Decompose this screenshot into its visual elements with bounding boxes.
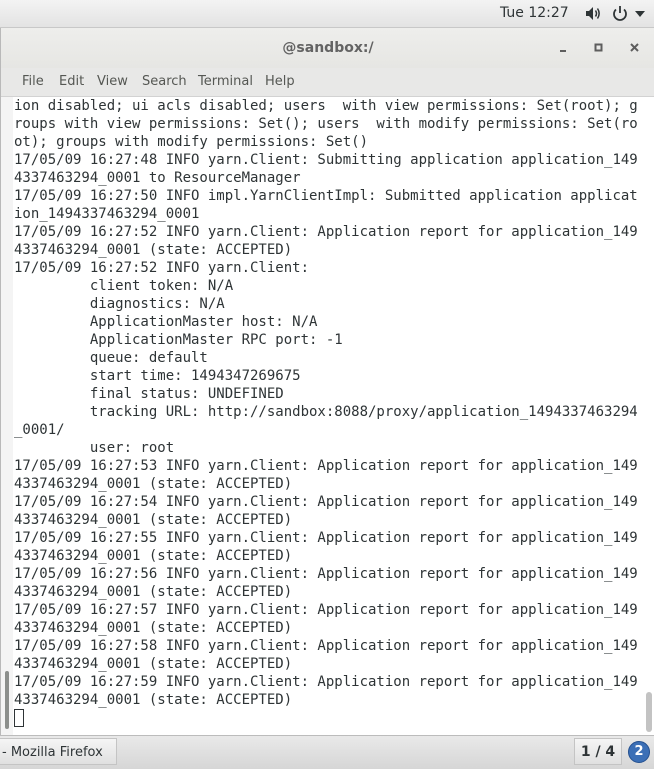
maximize-icon[interactable] <box>591 40 607 56</box>
chevron-down-icon[interactable] <box>635 10 645 18</box>
terminal-line: ion disabled; ui acls disabled; users wi… <box>14 98 638 114</box>
terminal-line: client token: N/A <box>14 278 234 294</box>
left-edge-strip <box>1 97 13 735</box>
terminal-line: 17/05/09 16:27:48 INFO yarn.Client: Subm… <box>14 152 638 168</box>
terminal-line: start time: 1494347269675 <box>14 368 301 384</box>
power-icon[interactable] <box>611 5 629 22</box>
terminal-line: 4337463294_0001 (state: ACCEPTED) <box>14 476 293 492</box>
terminal-output[interactable]: ion disabled; ui acls disabled; users wi… <box>14 97 642 735</box>
terminal-line: final status: UNDEFINED <box>14 386 284 402</box>
terminal-line: 17/05/09 16:27:58 INFO yarn.Client: Appl… <box>14 638 638 654</box>
terminal-line: 17/05/09 16:27:52 INFO yarn.Client: Appl… <box>14 224 638 240</box>
menu-bar: File Edit View Search Terminal Help <box>1 68 654 97</box>
terminal-line: 17/05/09 16:27:56 INFO yarn.Client: Appl… <box>14 566 638 582</box>
menu-file[interactable]: File <box>22 74 44 89</box>
terminal-line: 4337463294_0001 (state: ACCEPTED) <box>14 692 293 708</box>
menu-edit[interactable]: Edit <box>59 74 84 89</box>
system-top-bar: Tue 12:27 <box>0 0 654 28</box>
terminal-line: 17/05/09 16:27:59 INFO yarn.Client: Appl… <box>14 674 638 690</box>
terminal-line: user: root <box>14 440 175 456</box>
terminal-line: 17/05/09 16:27:50 INFO impl.YarnClientIm… <box>14 188 638 204</box>
terminal-line: roups with view permissions: Set(); user… <box>14 116 638 132</box>
system-clock[interactable]: Tue 12:27 <box>500 5 569 21</box>
close-icon[interactable] <box>627 40 643 56</box>
terminal-window: @sandbox:/ File Edit View Search Termina… <box>0 28 654 735</box>
workspace-indicator[interactable]: 1 / 4 <box>574 738 622 765</box>
menu-help[interactable]: Help <box>265 74 295 89</box>
terminal-line: 4337463294_0001 (state: ACCEPTED) <box>14 512 293 528</box>
scrollbar-thumb[interactable] <box>646 692 652 732</box>
terminal-line: 17/05/09 16:27:55 INFO yarn.Client: Appl… <box>14 530 638 546</box>
volume-icon[interactable] <box>585 5 603 22</box>
menu-search[interactable]: Search <box>142 74 187 89</box>
terminal-line: 17/05/09 16:27:54 INFO yarn.Client: Appl… <box>14 494 638 510</box>
terminal-line: 4337463294_0001 (state: ACCEPTED) <box>14 656 293 672</box>
minimize-icon[interactable] <box>555 40 571 56</box>
terminal-line: ApplicationMaster RPC port: -1 <box>14 332 343 348</box>
terminal-line: _0001/ <box>14 422 65 438</box>
left-edge-handle <box>5 671 9 729</box>
bottom-taskbar: - Mozilla Firefox 1 / 4 2 <box>0 735 654 769</box>
terminal-line: 17/05/09 16:27:53 INFO yarn.Client: Appl… <box>14 458 638 474</box>
terminal-line: tracking URL: http://sandbox:8088/proxy/… <box>14 404 638 420</box>
menu-view[interactable]: View <box>97 74 128 89</box>
terminal-line: 4337463294_0001 to ResourceManager <box>14 170 301 186</box>
terminal-line: 4337463294_0001 (state: ACCEPTED) <box>14 584 293 600</box>
terminal-line: 17/05/09 16:27:52 INFO yarn.Client: <box>14 260 310 276</box>
terminal-line: diagnostics: N/A <box>14 296 225 312</box>
menu-terminal[interactable]: Terminal <box>198 74 253 89</box>
terminal-line: queue: default <box>14 350 208 366</box>
terminal-line: ion_1494337463294_0001 <box>14 206 200 222</box>
terminal-line: 17/05/09 16:27:57 INFO yarn.Client: Appl… <box>14 602 638 618</box>
taskbar-item-firefox[interactable]: - Mozilla Firefox <box>0 738 117 765</box>
notification-badge[interactable]: 2 <box>628 741 650 763</box>
window-titlebar[interactable]: @sandbox:/ <box>1 28 654 68</box>
terminal-prompt-line[interactable] <box>14 709 642 727</box>
terminal-line: ot); groups with modify permissions: Set… <box>14 134 369 150</box>
text-cursor <box>14 709 24 727</box>
terminal-line: 4337463294_0001 (state: ACCEPTED) <box>14 548 293 564</box>
terminal-line: 4337463294_0001 (state: ACCEPTED) <box>14 620 293 636</box>
terminal-line: 4337463294_0001 (state: ACCEPTED) <box>14 242 293 258</box>
terminal-line: ApplicationMaster host: N/A <box>14 314 318 330</box>
